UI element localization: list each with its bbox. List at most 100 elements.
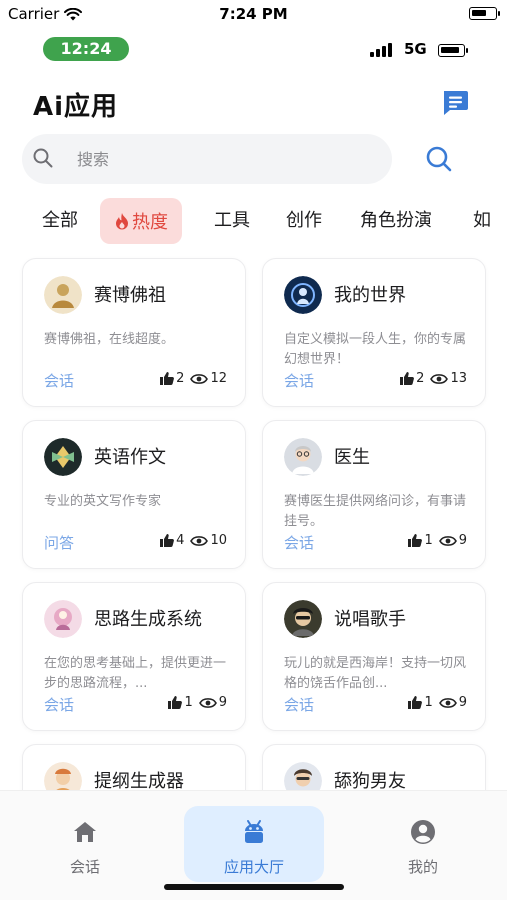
tab-label: 我的 <box>407 858 438 876</box>
category-hot-label: 热度 <box>132 212 168 233</box>
card-action-link[interactable]: 会话 <box>44 370 74 391</box>
category-all[interactable]: 全部 <box>42 198 78 244</box>
card-stats: 4 10 <box>160 533 227 548</box>
card-stats: 2 12 <box>160 371 227 386</box>
view-count: 9 <box>218 695 227 710</box>
tab-chat[interactable]: 会话 <box>15 806 155 882</box>
ios-time: 7:24 PM <box>219 5 288 23</box>
card-title: 医生 <box>334 447 370 468</box>
card-title: 思路生成系统 <box>94 609 202 630</box>
eye-icon <box>190 373 209 384</box>
card-stats: 1 9 <box>168 695 227 710</box>
avatar <box>44 276 82 314</box>
battery-icon <box>469 7 500 20</box>
thumbs-up-icon <box>168 696 183 709</box>
card-description: 玩儿的就是西海岸！支持一切风格的饶舌作品创... <box>284 656 467 691</box>
flame-icon <box>116 213 128 230</box>
status-time-pill: 12:24 <box>43 37 129 61</box>
page-title: Ai应用 <box>33 92 119 122</box>
card-title: 我的世界 <box>334 285 406 306</box>
app-card[interactable]: 说唱歌手 玩儿的就是西海岸！支持一切风格的饶舌作品创... 会话 1 9 <box>262 582 486 731</box>
thumbs-up-icon <box>160 372 175 385</box>
like-count: 2 <box>176 371 185 386</box>
card-description: 在您的思考基础上，提供更进一步的思路流程，... <box>44 656 227 691</box>
android-icon <box>245 820 263 843</box>
category-creation[interactable]: 创作 <box>286 198 322 244</box>
tab-label: 应用大厅 <box>223 858 284 876</box>
eye-icon <box>190 535 209 546</box>
thumbs-up-icon <box>400 372 415 385</box>
card-description: 自定义模拟一段人生，你的专属幻想世界！ <box>284 332 467 367</box>
card-title: 赛博佛祖 <box>94 285 166 306</box>
tab-profile[interactable]: 我的 <box>353 806 493 882</box>
category-more[interactable]: 如 <box>473 198 491 244</box>
app-card-grid: 赛博佛祖 赛博佛祖，在线超度。 会话 2 12 我的世界 自定义模拟一段人生，你… <box>0 256 507 790</box>
ios-status-bar: Carrier 7:24 PM <box>0 0 507 30</box>
app-card[interactable]: 提纲生成器 <box>22 744 246 790</box>
card-stats: 2 13 <box>400 371 467 386</box>
card-action-link[interactable]: 会话 <box>284 370 314 391</box>
card-description: 赛博佛祖，在线超度。 <box>44 332 175 347</box>
eye-icon <box>438 535 457 546</box>
app-card[interactable]: 舔狗男友 <box>262 744 486 790</box>
app-status-bar: 12:24 5G <box>0 36 507 64</box>
eye-icon <box>430 373 449 384</box>
view-count: 9 <box>458 695 467 710</box>
card-title: 提纲生成器 <box>94 771 184 790</box>
card-action-link[interactable]: 会话 <box>284 532 314 553</box>
like-count: 1 <box>424 533 433 548</box>
avatar <box>44 762 82 790</box>
app-card[interactable]: 英语作文 专业的英文写作专家 问答 4 10 <box>22 420 246 569</box>
category-tabs: 全部 热度 工具 创作 角色扮演 如 <box>0 198 507 244</box>
like-count: 1 <box>424 695 433 710</box>
view-count: 9 <box>458 533 467 548</box>
battery-icon <box>438 44 468 57</box>
app-card[interactable]: 赛博佛祖 赛博佛祖，在线超度。 会话 2 12 <box>22 258 246 407</box>
thumbs-up-icon <box>160 534 175 547</box>
card-stats: 1 9 <box>408 695 467 710</box>
message-button[interactable] <box>440 89 470 117</box>
like-count: 1 <box>184 695 193 710</box>
avatar <box>44 438 82 476</box>
card-action-link[interactable]: 问答 <box>44 532 74 553</box>
category-tools[interactable]: 工具 <box>214 198 250 244</box>
avatar <box>44 600 82 638</box>
signal-icon <box>370 43 392 57</box>
thumbs-up-icon <box>408 534 423 547</box>
avatar <box>284 600 322 638</box>
card-title: 说唱歌手 <box>334 609 406 630</box>
thumbs-up-icon <box>408 696 423 709</box>
like-count: 4 <box>176 533 185 548</box>
profile-icon <box>411 820 435 844</box>
home-indicator <box>164 884 344 890</box>
card-description: 专业的英文写作专家 <box>44 494 162 509</box>
tab-label: 会话 <box>69 858 100 876</box>
avatar <box>284 762 322 790</box>
like-count: 2 <box>416 371 425 386</box>
card-stats: 1 9 <box>408 533 467 548</box>
avatar <box>284 276 322 314</box>
search-icon <box>33 148 53 168</box>
category-hot[interactable]: 热度 <box>100 198 182 244</box>
search-input[interactable] <box>77 143 377 175</box>
category-roleplay[interactable]: 角色扮演 <box>360 198 432 244</box>
home-icon <box>74 822 96 842</box>
card-title: 舔狗男友 <box>334 771 406 790</box>
search-button[interactable] <box>424 144 454 174</box>
message-icon <box>444 91 468 115</box>
view-count: 12 <box>210 371 227 386</box>
card-action-link[interactable]: 会话 <box>284 694 314 715</box>
tab-app-hall[interactable]: 应用大厅 <box>184 806 324 882</box>
app-card[interactable]: 思路生成系统 在您的思考基础上，提供更进一步的思路流程，... 会话 1 9 <box>22 582 246 731</box>
network-label: 5G <box>404 40 427 58</box>
view-count: 13 <box>450 371 467 386</box>
eye-icon <box>438 697 457 708</box>
app-card[interactable]: 医生 赛博医生提供网络问诊，有事请挂号。 会话 1 9 <box>262 420 486 569</box>
eye-icon <box>198 697 217 708</box>
search-bar[interactable] <box>22 134 392 184</box>
avatar <box>284 438 322 476</box>
card-title: 英语作文 <box>94 447 166 468</box>
card-action-link[interactable]: 会话 <box>44 694 74 715</box>
view-count: 10 <box>210 533 227 548</box>
app-card[interactable]: 我的世界 自定义模拟一段人生，你的专属幻想世界！ 会话 2 13 <box>262 258 486 407</box>
